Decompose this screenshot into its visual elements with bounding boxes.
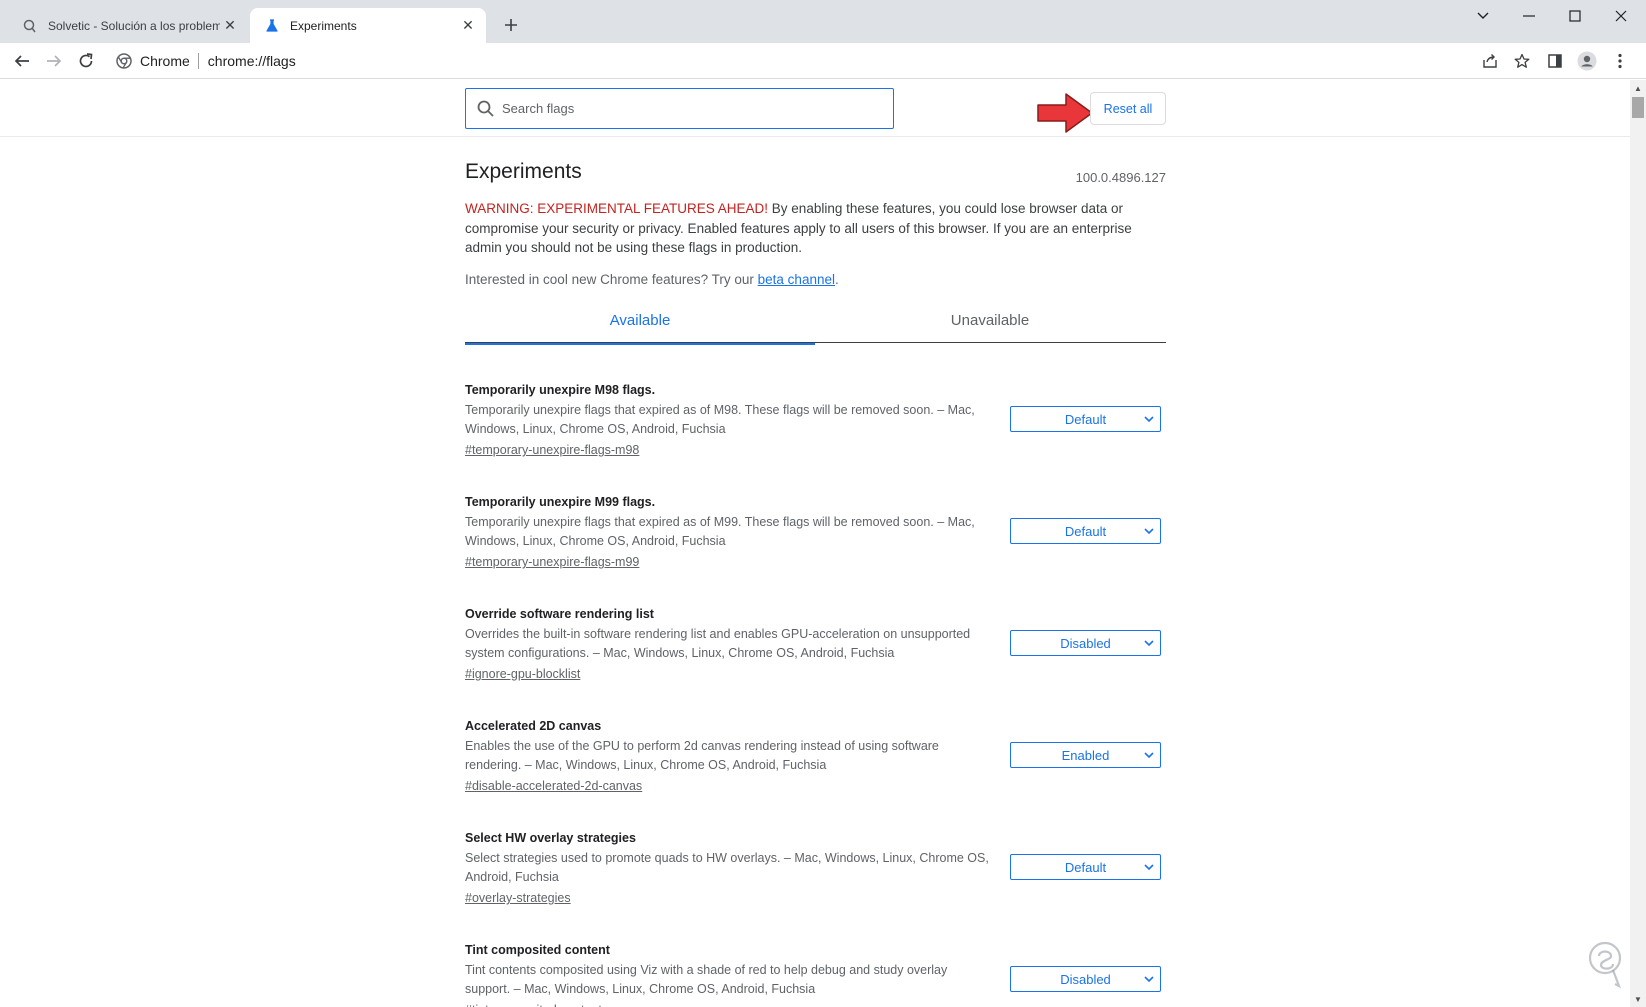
chrome-icon [116, 53, 132, 69]
flag-select[interactable]: Disabled [1010, 966, 1161, 992]
flag-name: Temporarily unexpire M99 flags. [465, 495, 656, 509]
solvetic-watermark-icon [1588, 941, 1622, 989]
flag-select[interactable]: Default [1010, 854, 1161, 880]
flag-id-link[interactable]: #tint-composited-content [465, 1000, 1166, 1007]
forward-button[interactable] [39, 46, 69, 76]
bookmark-star-icon[interactable] [1507, 46, 1537, 76]
browser-toolbar: Chrome chrome://flags [0, 43, 1646, 79]
warning-prefix: WARNING: EXPERIMENTAL FEATURES AHEAD! [465, 201, 769, 216]
chevron-down-icon [1144, 640, 1154, 647]
flag-description: Select strategies used to promote quads … [465, 851, 989, 884]
flag-select-value: Enabled [1061, 747, 1110, 763]
beta-promo-label: Interested in cool new Chrome features? … [465, 272, 758, 287]
flag-item: Temporarily unexpire M99 flags. Temporar… [465, 492, 1166, 604]
more-menu-icon[interactable] [1605, 46, 1635, 76]
flag-id-link[interactable]: #overlay-strategies [465, 888, 1166, 908]
omnibox-url[interactable]: chrome://flags [208, 53, 296, 69]
search-input[interactable] [502, 101, 862, 116]
flask-icon [264, 18, 280, 34]
availability-tabs: Available Unavailable [465, 298, 1166, 345]
solvetic-favicon-icon [22, 18, 38, 34]
close-tab-icon[interactable]: ✕ [220, 16, 240, 36]
flag-select-value: Disabled [1060, 971, 1111, 987]
profile-avatar-icon[interactable] [1572, 46, 1602, 76]
flag-name: Override software rendering list [465, 607, 654, 621]
chevron-down-icon [1144, 976, 1154, 983]
maximize-button[interactable] [1552, 0, 1598, 32]
tab-solvetic[interactable]: Solvetic - Solución a los problemas ✕ [8, 8, 248, 43]
reset-all-button[interactable]: Reset all [1090, 92, 1166, 125]
flag-select-value: Default [1064, 523, 1107, 539]
share-icon[interactable] [1475, 46, 1505, 76]
tab-search-icon[interactable] [1460, 0, 1506, 32]
minimize-button[interactable] [1506, 0, 1552, 32]
flag-select-value: Disabled [1060, 635, 1111, 651]
flag-item: Tint composited content Tint contents co… [465, 940, 1166, 1007]
new-tab-button[interactable] [498, 12, 524, 38]
flag-id-link[interactable]: #temporary-unexpire-flags-m98 [465, 440, 1166, 460]
tab-title: Solvetic - Solución a los problemas [48, 18, 220, 33]
flag-id-link[interactable]: #temporary-unexpire-flags-m99 [465, 552, 1166, 572]
search-header: Reset all [0, 80, 1630, 137]
flag-item: Override software rendering list Overrid… [465, 604, 1166, 716]
flag-description: Overrides the built-in software renderin… [465, 627, 971, 660]
search-box[interactable] [465, 88, 894, 129]
chevron-down-icon [1144, 528, 1154, 535]
beta-channel-link[interactable]: beta channel [758, 272, 835, 287]
beta-promo-end: . [834, 272, 839, 287]
flag-select[interactable]: Enabled [1010, 742, 1161, 768]
flag-description: Temporarily unexpire flags that expired … [465, 515, 975, 548]
flag-select-value: Default [1064, 411, 1107, 427]
flag-name: Temporarily unexpire M98 flags. [465, 383, 656, 397]
chevron-down-icon [1144, 416, 1154, 423]
page-title: Experiments [465, 160, 582, 183]
warning-text: WARNING: EXPERIMENTAL FEATURES AHEAD! By… [465, 199, 1166, 258]
omnibox-separator [197, 53, 199, 69]
flag-select[interactable]: Default [1010, 406, 1161, 432]
flag-description: Tint contents composited using Viz with … [465, 963, 948, 996]
tab-unavailable[interactable]: Unavailable [815, 298, 1165, 343]
flag-id-link[interactable]: #disable-accelerated-2d-canvas [465, 776, 1166, 796]
reload-button[interactable] [71, 46, 101, 76]
flag-item: Accelerated 2D canvas Enables the use of… [465, 716, 1166, 828]
version-label: 100.0.4896.127 [1075, 170, 1166, 185]
chevron-down-icon [1144, 864, 1154, 871]
scroll-down-icon[interactable]: ▼ [1630, 991, 1646, 1007]
flag-name: Accelerated 2D canvas [465, 719, 602, 733]
omnibox-site: Chrome [140, 53, 190, 69]
tab-available[interactable]: Available [465, 298, 815, 345]
omnibox[interactable]: Chrome chrome://flags [116, 47, 296, 75]
flag-id-link[interactable]: #ignore-gpu-blocklist [465, 664, 1166, 684]
tab-experiments[interactable]: Experiments ✕ [250, 8, 486, 43]
close-window-button[interactable] [1598, 0, 1644, 32]
flags-list: Temporarily unexpire M98 flags. Temporar… [465, 380, 1166, 1007]
scroll-thumb[interactable] [1632, 97, 1644, 118]
tab-title: Experiments [290, 18, 357, 33]
close-tab-icon[interactable]: ✕ [458, 16, 478, 36]
flag-name: Tint composited content [465, 943, 610, 957]
flag-item: Temporarily unexpire M98 flags. Temporar… [465, 380, 1166, 492]
page-scrollbar[interactable]: ▲ ▼ [1630, 80, 1646, 1007]
scroll-up-icon[interactable]: ▲ [1630, 80, 1646, 96]
flag-select[interactable]: Default [1010, 518, 1161, 544]
chevron-down-icon [1144, 752, 1154, 759]
title-bar: Solvetic - Solución a los problemas ✕ Ex… [0, 0, 1646, 43]
beta-promo-text: Interested in cool new Chrome features? … [465, 272, 839, 287]
flag-description: Temporarily unexpire flags that expired … [465, 403, 975, 436]
flag-description: Enables the use of the GPU to perform 2d… [465, 739, 939, 772]
flags-page: Reset all Experiments 100.0.4896.127 WAR… [0, 80, 1630, 1007]
flag-name: Select HW overlay strategies [465, 831, 636, 845]
search-icon [477, 100, 494, 117]
flag-select[interactable]: Disabled [1010, 630, 1161, 656]
flag-item: Select HW overlay strategies Select stra… [465, 828, 1166, 940]
red-arrow-annotation-icon [1037, 93, 1093, 133]
flag-select-value: Default [1064, 859, 1107, 875]
back-button[interactable] [7, 46, 37, 76]
side-panel-icon[interactable] [1540, 46, 1570, 76]
